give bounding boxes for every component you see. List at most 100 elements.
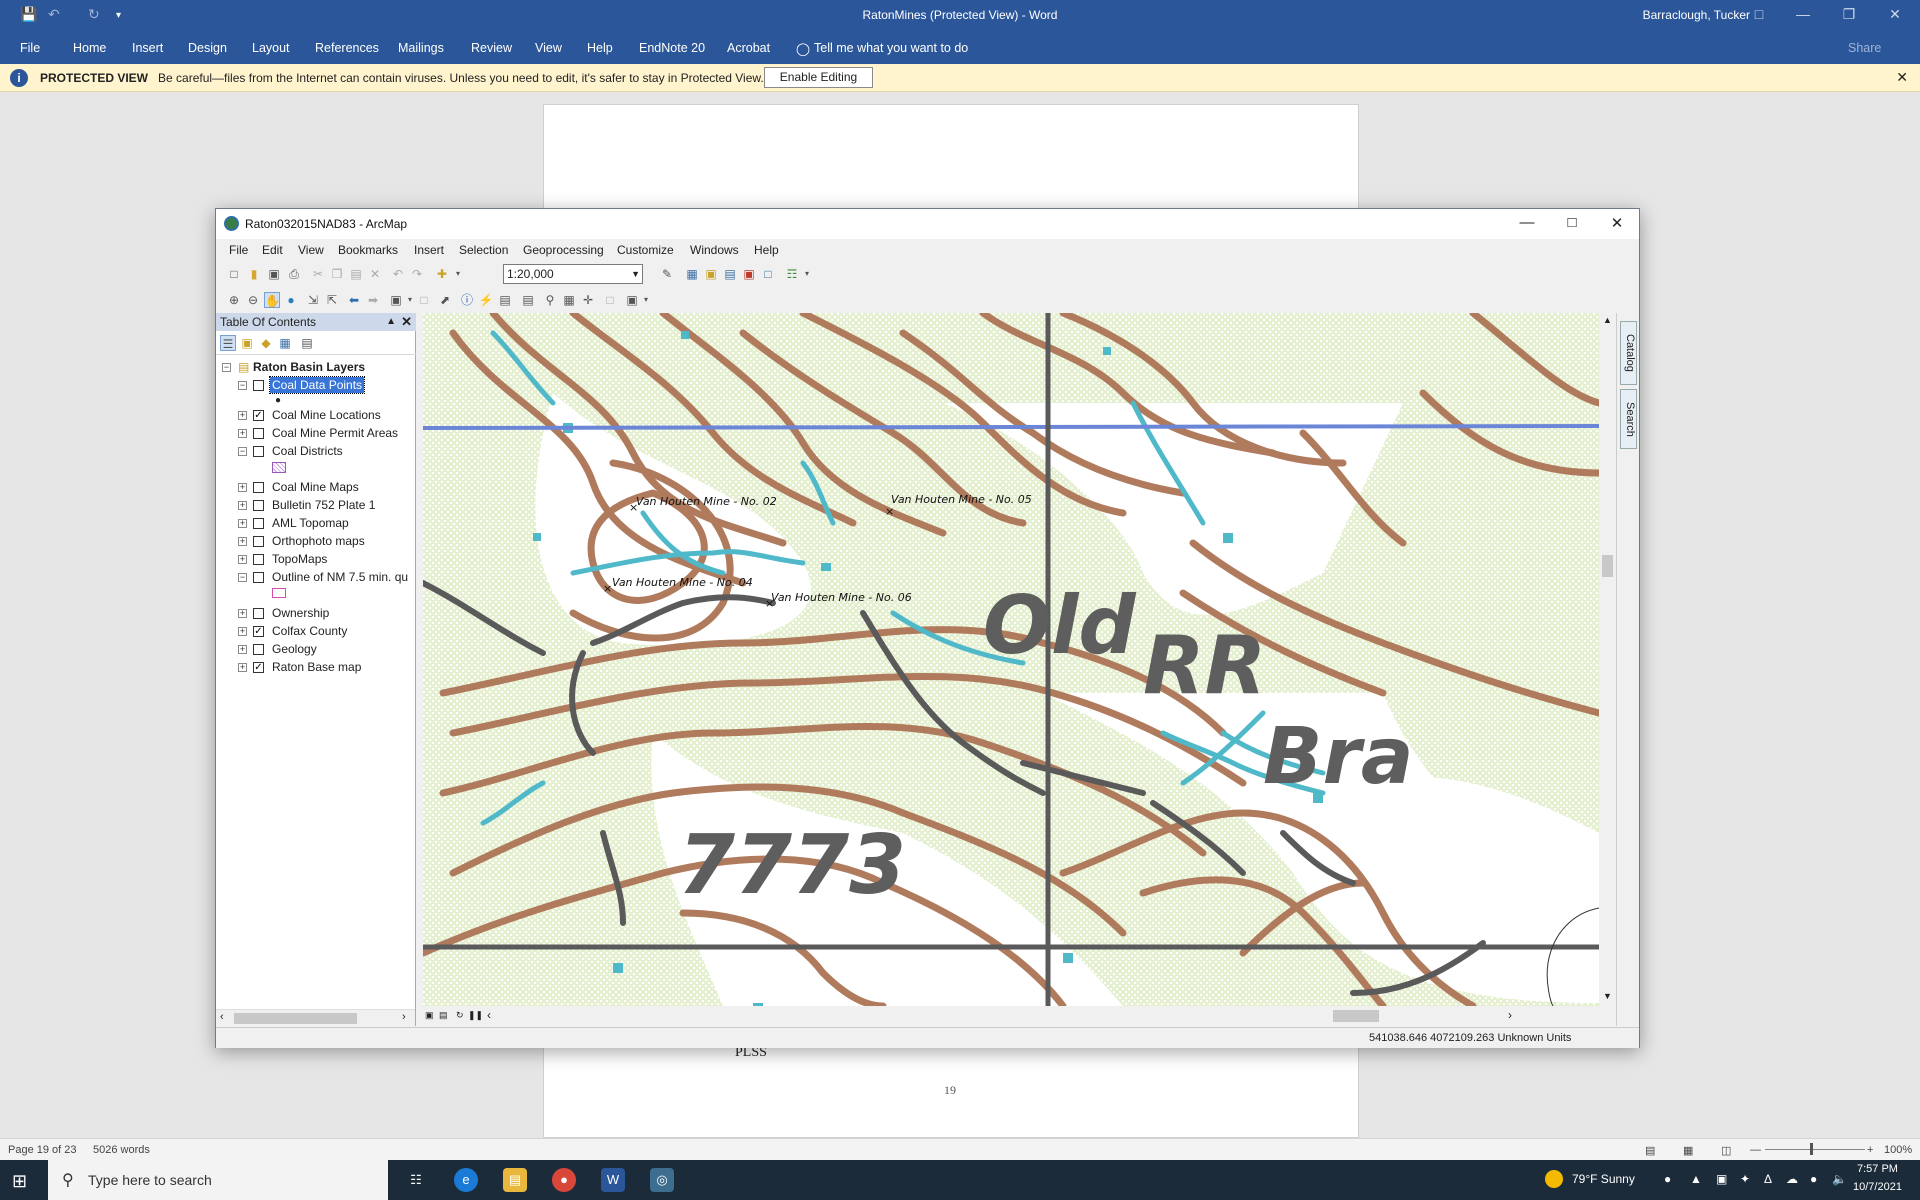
arcmap-minimize-icon[interactable]: —	[1505, 214, 1549, 231]
chrome-icon[interactable]: ●	[552, 1168, 576, 1192]
full-extent-icon[interactable]: ●	[283, 292, 299, 308]
layer-name[interactable]: Outline of NM 7.5 min. qu	[272, 569, 408, 585]
list-by-visibility-icon[interactable]: ◆	[258, 335, 274, 351]
scroll-right-icon[interactable]: ›	[402, 1011, 406, 1023]
print-icon[interactable]: ⎙	[286, 266, 302, 282]
layer-visibility-checkbox[interactable]	[253, 518, 264, 529]
expand-icon[interactable]: +	[238, 483, 247, 492]
zoom-slider-thumb[interactable]	[1810, 1143, 1813, 1155]
file-explorer-icon[interactable]: ▤	[503, 1168, 527, 1192]
list-by-drawing-order-icon[interactable]: ☰	[220, 335, 236, 351]
scroll-thumb[interactable]	[1602, 555, 1613, 577]
close-bar-icon[interactable]: ✕	[1896, 69, 1908, 86]
back-extent-icon[interactable]: ⬅	[346, 292, 362, 308]
clock-date[interactable]: 10/7/2021	[1853, 1181, 1902, 1193]
html-popup-icon[interactable]: ▤	[497, 292, 513, 308]
table-of-contents-icon[interactable]: ▦	[684, 266, 700, 282]
network-tray-icon[interactable]: ▲	[1690, 1172, 1702, 1186]
layer-visibility-checkbox[interactable]	[253, 644, 264, 655]
layer-visibility-checkbox[interactable]	[253, 554, 264, 565]
map-vertical-scrollbar[interactable]: ▲ ▼	[1599, 313, 1616, 1006]
tab-layout[interactable]: Layout	[252, 41, 290, 55]
layer-visibility-checkbox[interactable]: ✓	[253, 410, 264, 421]
share-button[interactable]: Share	[1848, 41, 1881, 55]
layer-name[interactable]: Coal Data Points	[268, 376, 366, 394]
layer-visibility-checkbox[interactable]	[253, 428, 264, 439]
menu-selection[interactable]: Selection	[459, 243, 508, 257]
editor-toolbar-icon[interactable]: ✎	[659, 266, 675, 282]
layer-name[interactable]: Geology	[272, 641, 317, 657]
pan-tool-icon[interactable]: ✋	[264, 292, 280, 308]
catalog-tab[interactable]: Catalog	[1620, 321, 1637, 385]
web-layout-icon[interactable]: ◫	[1721, 1144, 1731, 1157]
collapse-icon[interactable]: −	[222, 363, 231, 372]
redo-map-icon[interactable]: ↷	[409, 266, 425, 282]
tab-help[interactable]: Help	[587, 41, 613, 55]
fixed-zoom-in-icon[interactable]: ⇲	[305, 292, 321, 308]
toc-horizontal-scrollbar[interactable]: ‹ ›	[216, 1009, 415, 1026]
time-slider-icon[interactable]: □	[602, 292, 618, 308]
print-layout-icon[interactable]: ▦	[1683, 1144, 1693, 1157]
paste-icon[interactable]: ▤	[348, 266, 364, 282]
scroll-left-icon[interactable]: ‹	[487, 1008, 491, 1022]
layer-name[interactable]: Coal Mine Permit Areas	[272, 425, 398, 441]
zoom-out-icon[interactable]: —	[1750, 1144, 1761, 1156]
scroll-thumb[interactable]	[234, 1013, 357, 1024]
layer-visibility-checkbox[interactable]	[253, 536, 264, 547]
zoom-slider[interactable]	[1765, 1149, 1865, 1150]
find-icon[interactable]: ⚲	[542, 292, 558, 308]
forward-extent-icon[interactable]: ➡	[365, 292, 381, 308]
layer-name[interactable]: Orthophoto maps	[272, 533, 365, 549]
arctoolbox-icon[interactable]: ▣	[741, 266, 757, 282]
layer-name[interactable]: Bulletin 752 Plate 1	[272, 497, 375, 513]
edge-icon[interactable]: e	[454, 1168, 478, 1192]
layer-name[interactable]: Colfax County	[272, 623, 347, 639]
people-icon[interactable]: ●	[1664, 1172, 1671, 1186]
zoom-in-icon[interactable]: +	[1867, 1144, 1873, 1156]
restore-icon[interactable]: ❐	[1826, 6, 1872, 23]
layer-name[interactable]: Raton Base map	[272, 659, 361, 675]
expand-icon[interactable]: +	[238, 555, 247, 564]
tab-endnote[interactable]: EndNote 20	[639, 41, 705, 55]
map-display[interactable]: Old RR Bra 7773 × Van Houten Mine - No. …	[423, 313, 1599, 1006]
hyperlink-icon[interactable]: ⚡	[478, 292, 494, 308]
minimize-icon[interactable]: —	[1780, 6, 1826, 22]
word-taskbar-icon[interactable]: W	[601, 1168, 625, 1192]
menu-help[interactable]: Help	[754, 243, 779, 257]
undo-map-icon[interactable]: ↶	[390, 266, 406, 282]
map-horizontal-scrollbar[interactable]: ▣ ▤ ↻ ❚❚ ‹ ›	[423, 1006, 1616, 1026]
tab-references[interactable]: References	[315, 41, 379, 55]
layer-visibility-checkbox[interactable]	[253, 482, 264, 493]
wifi-tray-icon[interactable]: ●	[1810, 1172, 1817, 1186]
weather-text[interactable]: 79°F Sunny	[1572, 1172, 1635, 1186]
collapse-icon[interactable]: −	[238, 573, 247, 582]
mine-04-mark[interactable]: ×	[603, 582, 612, 595]
zoom-level[interactable]: 100%	[1884, 1144, 1912, 1156]
open-icon[interactable]: ▮	[246, 266, 262, 282]
toc-close-icon[interactable]: ✕	[401, 313, 412, 331]
chevron-down-icon[interactable]: ▼	[631, 265, 640, 283]
scroll-left-icon[interactable]: ‹	[220, 1011, 224, 1023]
menu-insert[interactable]: Insert	[414, 243, 444, 257]
task-view-icon[interactable]: ☷	[404, 1168, 428, 1192]
list-by-selection-icon[interactable]: ▦	[277, 335, 293, 351]
scroll-down-icon[interactable]: ▼	[1603, 991, 1612, 1001]
find-route-icon[interactable]: ▦	[561, 292, 577, 308]
pin-icon[interactable]: ▲	[386, 313, 396, 331]
tool-tray-icon[interactable]: ✦	[1740, 1172, 1750, 1186]
collapse-icon[interactable]: −	[238, 381, 247, 390]
close-icon[interactable]: ✕	[1872, 6, 1918, 23]
clock-time[interactable]: 7:57 PM	[1857, 1163, 1898, 1175]
python-window-icon[interactable]: □	[760, 266, 776, 282]
layout-view-icon[interactable]: ▤	[439, 1010, 448, 1021]
layer-visibility-checkbox[interactable]	[253, 446, 264, 457]
map-scale-input[interactable]: 1:20,000 ▼	[503, 264, 643, 284]
taskbar-search[interactable]: ⚲ Type here to search	[48, 1160, 388, 1200]
expand-icon[interactable]: +	[238, 627, 247, 636]
tab-design[interactable]: Design	[188, 41, 227, 55]
layer-visibility-checkbox[interactable]	[253, 608, 264, 619]
arcmap-taskbar-icon[interactable]: ◎	[650, 1168, 674, 1192]
volume-tray-icon[interactable]: 🔈	[1832, 1172, 1847, 1186]
expand-icon[interactable]: +	[238, 519, 247, 528]
user-name[interactable]: Barraclough, Tucker	[1643, 8, 1750, 22]
